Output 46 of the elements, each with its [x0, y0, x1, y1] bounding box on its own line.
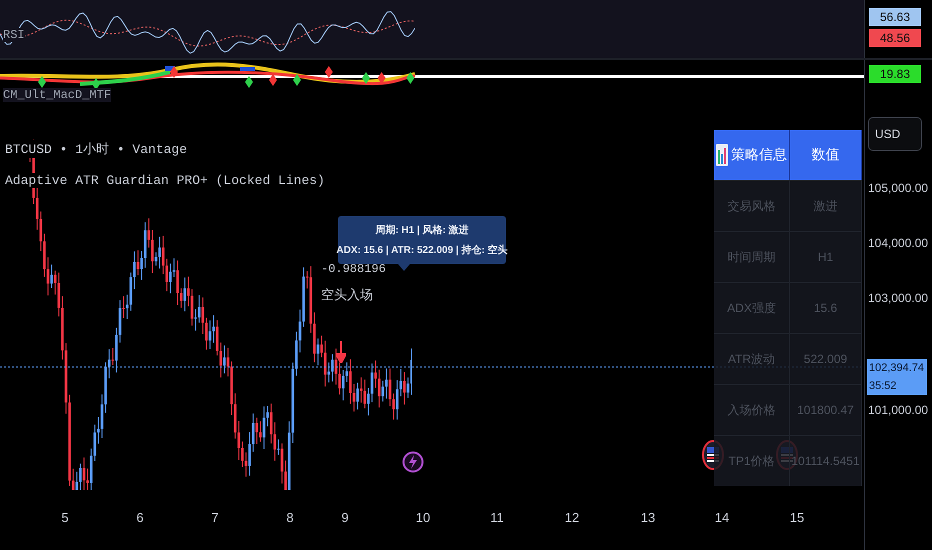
lightning-icon — [402, 451, 424, 473]
price-label: 105,000.00 — [868, 181, 928, 195]
scale-label: 48.56 — [869, 29, 921, 47]
tooltip-line: 周期: H1 | 风格: 激进 — [375, 224, 469, 237]
time-label: 11 — [490, 510, 504, 525]
price-label: 101,000.00 — [868, 403, 928, 417]
scale-label: 56.63 — [869, 8, 921, 26]
price-text: 102,394.74 — [869, 362, 926, 374]
time-label: 14 — [714, 510, 730, 525]
table-cell: 激进 — [790, 180, 862, 231]
time-label: 7 — [211, 510, 219, 525]
countdown-text: 35:52 — [869, 380, 898, 392]
pane-label: CM_Ult_MacD_MTF — [3, 88, 112, 102]
signal-value: -0.988196 — [321, 262, 386, 276]
price-label: 103,000.00 — [868, 291, 928, 305]
down-arrow-icon — [336, 341, 346, 363]
table-cell: ADX强度 — [714, 282, 790, 333]
table-cell: 101114.5451 — [790, 435, 862, 486]
table-cell: 15.6 — [790, 282, 862, 333]
header-text: 策略信息 — [731, 146, 787, 164]
pane-label: RSI — [3, 28, 25, 42]
table-cell: 101800.47 — [790, 384, 862, 435]
indicator-legend: Adaptive ATR Guardian PRO+ (Locked Lines) — [5, 173, 325, 188]
time-label: 13 — [640, 510, 656, 525]
table-cell: 522.009 — [790, 333, 862, 384]
time-label: 9 — [341, 510, 349, 525]
time-label: 15 — [790, 510, 804, 525]
time-label: 8 — [286, 510, 294, 525]
tooltip-line: ADX: 15.6 | ATR: 522.009 | 持仓: 空头 — [336, 244, 508, 257]
table-header: 数值 — [790, 130, 862, 180]
symbol-legend: BTCUSD • 1小时 • Vantage — [5, 140, 188, 158]
table-cell: 入场价格 — [714, 384, 790, 435]
time-label: 10 — [416, 510, 430, 525]
scale-label: 19.83 — [869, 65, 921, 83]
time-label: 12 — [564, 510, 580, 525]
bar-chart-icon — [716, 144, 728, 166]
time-label: 5 — [61, 510, 69, 525]
price-label: 104,000.00 — [868, 236, 928, 250]
currency-button[interactable]: USD — [868, 117, 922, 151]
table-cell: H1 — [790, 231, 862, 282]
time-label: 6 — [136, 510, 144, 525]
table-cell: 交易风格 — [714, 180, 790, 231]
table-cell: 时间周期 — [714, 231, 790, 282]
table-cell: TP1价格 — [714, 435, 790, 486]
signal-label: 空头入场 — [321, 287, 373, 304]
table-cell: ATR波动 — [714, 333, 790, 384]
